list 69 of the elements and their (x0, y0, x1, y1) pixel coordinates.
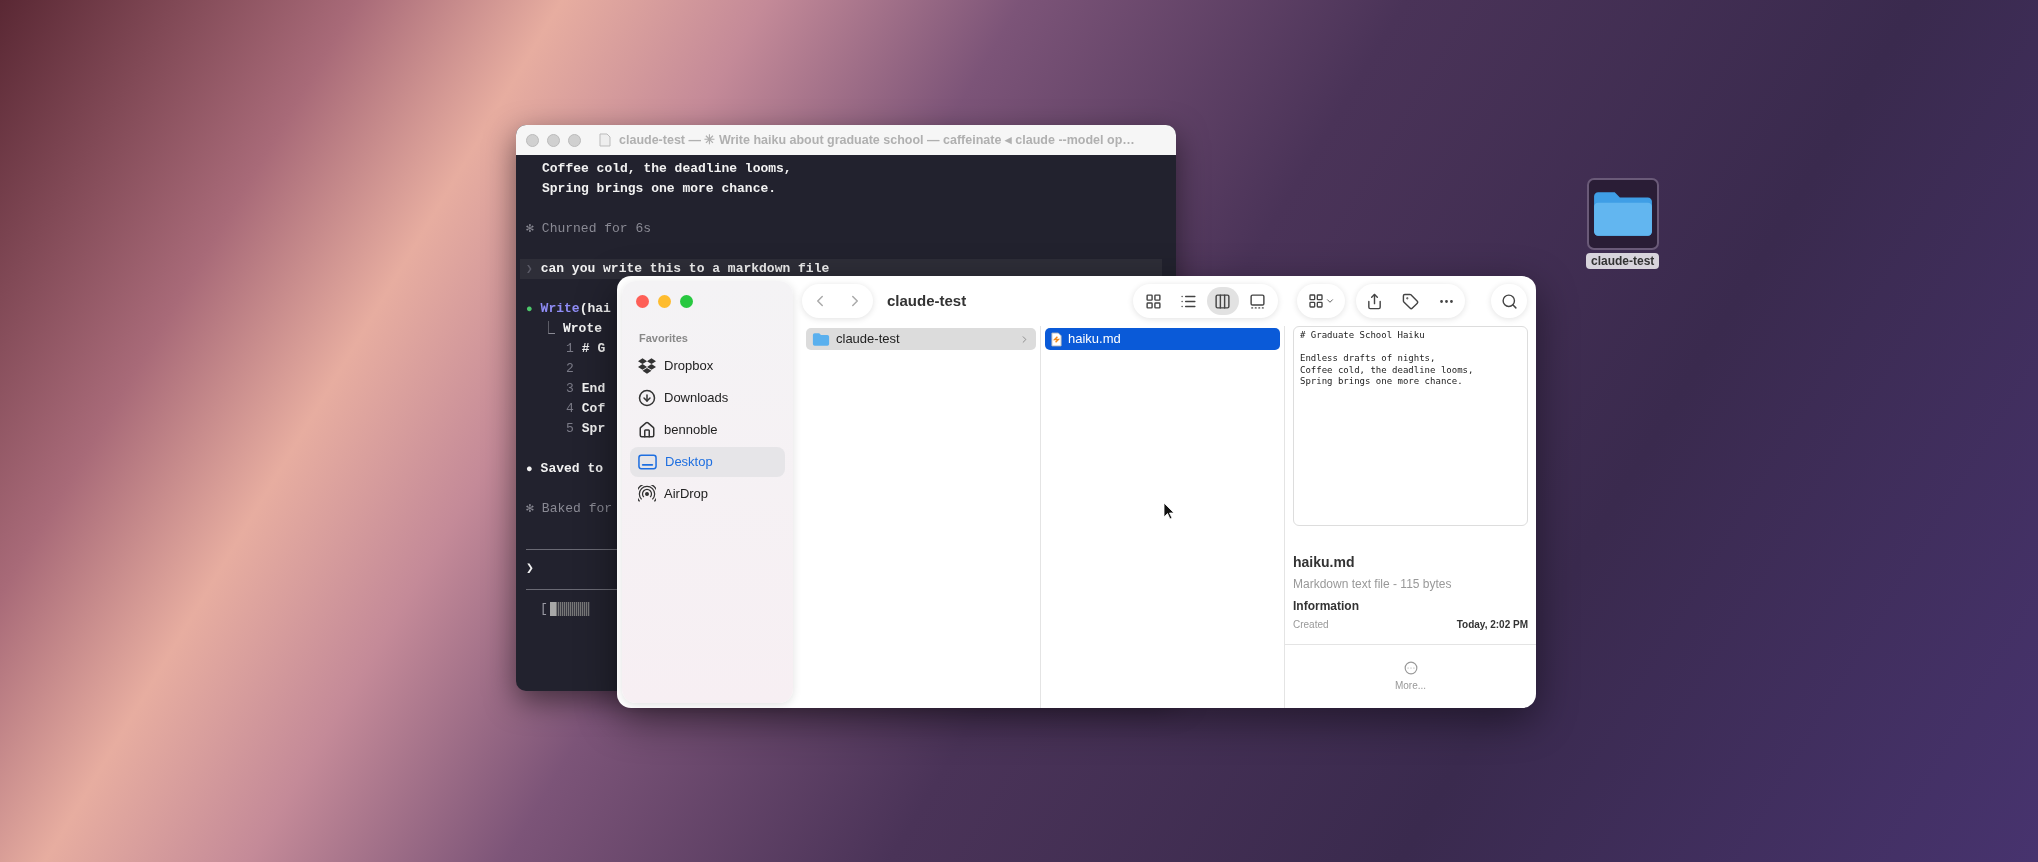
caret-icon (1324, 296, 1335, 306)
file-name: haiku.md (1293, 553, 1356, 572)
folder-icon (1591, 190, 1654, 238)
input-caret: ❯ (526, 560, 534, 578)
preview-line: # Graduate School Haiku (1300, 330, 1426, 342)
share-icon[interactable] (1365, 292, 1383, 310)
house-icon (638, 420, 656, 439)
preview-line: Spring brings one more chance. (1300, 376, 1464, 388)
gallery-icon (1249, 292, 1267, 310)
pointer-icon (1163, 502, 1175, 520)
desktop-folder[interactable]: claude-test (1586, 178, 1660, 269)
document-icon (599, 133, 611, 147)
line-number: 3 (566, 380, 574, 398)
folder-label: claude-test (1586, 253, 1660, 269)
grid-icon (1307, 293, 1324, 309)
code-line: Cof (581, 400, 606, 418)
terminal-text: Coffee cold, the deadline looms, (541, 160, 792, 178)
folder-icon (812, 331, 830, 347)
tool-result: Wrote (563, 320, 602, 338)
line-number: 5 (566, 420, 574, 438)
sidebar-item[interactable]: Desktop (630, 446, 785, 477)
section-heading: Favorites (638, 331, 689, 346)
field-label: Created (1293, 618, 1329, 632)
line-number: 4 (566, 400, 574, 418)
terminal-text: Spring brings one more chance. (541, 180, 777, 198)
download-icon (638, 388, 656, 407)
terminal-status: Churned for 6s (541, 220, 652, 238)
sidebar-item[interactable]: Dropbox (630, 350, 785, 381)
code-line: Spr (581, 420, 606, 438)
tag-icon[interactable] (1402, 292, 1419, 310)
window-title: claude-test — ✳ Write haiku about graduate school — caffeinate ◂ claude --model op… (619, 131, 1135, 149)
grid-icon (1144, 292, 1162, 310)
user-message: can you write this to a markdown file (540, 260, 830, 278)
prompt-glyph: ❯ (526, 262, 533, 277)
line-number: 1 (566, 340, 574, 358)
asterisk-glyph: ✻ (526, 500, 534, 518)
status-dot: ● (526, 302, 533, 317)
field-value: Today, 2:02 PM (1456, 618, 1528, 632)
terminal-text: Saved to (540, 460, 604, 478)
sidebar-item[interactable]: AirDrop (630, 478, 785, 509)
terminal-status: Baked for (541, 500, 613, 518)
columns-icon (1214, 292, 1232, 310)
window-title: claude-test (887, 290, 967, 311)
line-number: 2 (566, 360, 574, 378)
close-button[interactable] (636, 295, 649, 308)
folder-row[interactable]: claude-test (806, 328, 1036, 350)
file-row[interactable]: haiku.md (1045, 328, 1280, 350)
sidebar-item[interactable]: bennoble (630, 414, 785, 445)
logo-icon (638, 356, 656, 375)
section-heading: Information (1293, 598, 1360, 615)
group-button[interactable] (1297, 284, 1345, 318)
more-icon (1403, 660, 1418, 675)
file-kind: Markdown text file - 115 bytes (1293, 576, 1453, 593)
search-icon (1500, 292, 1518, 310)
view-button[interactable] (1206, 287, 1239, 315)
display-icon (638, 453, 657, 470)
preview-line: Coffee cold, the deadline looms, (1300, 364, 1475, 376)
tool-call: Write(hai (540, 300, 611, 318)
status-dot: ● (526, 462, 533, 477)
code-line: # G (581, 340, 606, 358)
sidebar-item[interactable]: Downloads (630, 382, 785, 413)
asterisk-glyph: ✻ (526, 220, 534, 238)
search-button[interactable] (1491, 284, 1527, 318)
bracket-glyph: [ (540, 600, 548, 618)
document-icon (1051, 331, 1062, 347)
code-line: End (581, 380, 606, 398)
branch-glyph: ⎿ (542, 320, 555, 338)
signal-waves-icon (638, 484, 656, 503)
preview-line: Endless drafts of nights, (1300, 353, 1437, 365)
